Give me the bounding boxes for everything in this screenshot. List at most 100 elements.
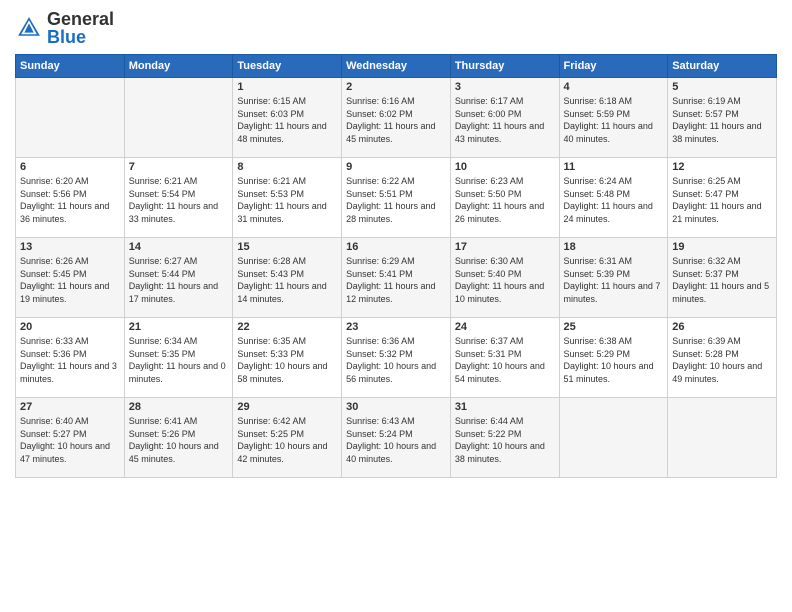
day-number: 25 [564,321,664,333]
logo-general: General [47,9,114,29]
day-info: Sunrise: 6:20 AMSunset: 5:56 PMDaylight:… [20,175,120,225]
calendar-cell: 24 Sunrise: 6:37 AMSunset: 5:31 PMDayligh… [450,318,559,398]
calendar-header: SundayMondayTuesdayWednesdayThursdayFrid… [16,55,777,78]
calendar-cell: 13 Sunrise: 6:26 AMSunset: 5:45 PMDayligh… [16,238,125,318]
day-info: Sunrise: 6:41 AMSunset: 5:26 PMDaylight:… [129,415,229,465]
day-info: Sunrise: 6:42 AMSunset: 5:25 PMDaylight:… [237,415,337,465]
calendar-cell: 29 Sunrise: 6:42 AMSunset: 5:25 PMDayligh… [233,398,342,478]
calendar-cell: 15 Sunrise: 6:28 AMSunset: 5:43 PMDayligh… [233,238,342,318]
day-number: 29 [237,401,337,413]
day-number: 3 [455,81,555,93]
header: General Blue [15,10,777,46]
calendar-cell [668,398,777,478]
day-info: Sunrise: 6:37 AMSunset: 5:31 PMDaylight:… [455,335,555,385]
day-number: 6 [20,161,120,173]
logo-blue: Blue [47,27,86,47]
day-number: 24 [455,321,555,333]
day-info: Sunrise: 6:24 AMSunset: 5:48 PMDaylight:… [564,175,664,225]
day-number: 5 [672,81,772,93]
day-number: 28 [129,401,229,413]
day-info: Sunrise: 6:27 AMSunset: 5:44 PMDaylight:… [129,255,229,305]
day-info: Sunrise: 6:19 AMSunset: 5:57 PMDaylight:… [672,95,772,145]
calendar-cell: 11Sunrise: 6:24 AMSunset: 5:48 PMDayligh… [559,158,668,238]
calendar-cell: 25 Sunrise: 6:38 AMSunset: 5:29 PMDayligh… [559,318,668,398]
day-number: 27 [20,401,120,413]
calendar-cell: 12 Sunrise: 6:25 AMSunset: 5:47 PMDayligh… [668,158,777,238]
day-info: Sunrise: 6:26 AMSunset: 5:45 PMDaylight:… [20,255,120,305]
calendar-cell: 22Sunrise: 6:35 AMSunset: 5:33 PMDayligh… [233,318,342,398]
calendar-cell: 5 Sunrise: 6:19 AMSunset: 5:57 PMDaylight… [668,78,777,158]
weekday-header-row: SundayMondayTuesdayWednesdayThursdayFrid… [16,55,777,78]
day-number: 18 [564,241,664,253]
day-number: 8 [237,161,337,173]
day-info: Sunrise: 6:40 AMSunset: 5:27 PMDaylight:… [20,415,120,465]
weekday-header-sunday: Sunday [16,55,125,78]
week-row-1: 1 Sunrise: 6:15 AMSunset: 6:03 PMDaylight… [16,78,777,158]
week-row-2: 6 Sunrise: 6:20 AMSunset: 5:56 PMDaylight… [16,158,777,238]
calendar-cell: 20Sunrise: 6:33 AMSunset: 5:36 PMDayligh… [16,318,125,398]
generalblue-logo-icon [15,14,43,42]
calendar-cell: 7Sunrise: 6:21 AMSunset: 5:54 PMDaylight… [124,158,233,238]
day-number: 7 [129,161,229,173]
day-info: Sunrise: 6:28 AMSunset: 5:43 PMDaylight:… [237,255,337,305]
calendar-cell: 18 Sunrise: 6:31 AMSunset: 5:39 PMDayligh… [559,238,668,318]
calendar-cell [16,78,125,158]
calendar-cell: 23Sunrise: 6:36 AMSunset: 5:32 PMDayligh… [342,318,451,398]
day-info: Sunrise: 6:31 AMSunset: 5:39 PMDaylight:… [564,255,664,305]
calendar-cell: 31Sunrise: 6:44 AMSunset: 5:22 PMDayligh… [450,398,559,478]
calendar-table: SundayMondayTuesdayWednesdayThursdayFrid… [15,54,777,478]
day-info: Sunrise: 6:38 AMSunset: 5:29 PMDaylight:… [564,335,664,385]
day-number: 4 [564,81,664,93]
day-number: 13 [20,241,120,253]
day-number: 14 [129,241,229,253]
calendar-cell: 30 Sunrise: 6:43 AMSunset: 5:24 PMDayligh… [342,398,451,478]
calendar-cell: 21Sunrise: 6:34 AMSunset: 5:35 PMDayligh… [124,318,233,398]
day-number: 9 [346,161,446,173]
day-number: 22 [237,321,337,333]
day-info: Sunrise: 6:30 AMSunset: 5:40 PMDaylight:… [455,255,555,305]
page: General Blue SundayMondayTuesdayWednesda… [0,0,792,612]
day-number: 26 [672,321,772,333]
calendar-cell: 6 Sunrise: 6:20 AMSunset: 5:56 PMDaylight… [16,158,125,238]
day-number: 30 [346,401,446,413]
day-info: Sunrise: 6:16 AMSunset: 6:02 PMDaylight:… [346,95,446,145]
weekday-header-friday: Friday [559,55,668,78]
calendar-cell: 16Sunrise: 6:29 AMSunset: 5:41 PMDayligh… [342,238,451,318]
calendar-cell [559,398,668,478]
day-number: 2 [346,81,446,93]
calendar-cell: 19 Sunrise: 6:32 AMSunset: 5:37 PMDayligh… [668,238,777,318]
day-number: 23 [346,321,446,333]
day-info: Sunrise: 6:15 AMSunset: 6:03 PMDaylight:… [237,95,337,145]
logo: General Blue [15,10,114,46]
day-number: 15 [237,241,337,253]
day-info: Sunrise: 6:25 AMSunset: 5:47 PMDaylight:… [672,175,772,225]
weekday-header-saturday: Saturday [668,55,777,78]
day-number: 1 [237,81,337,93]
day-info: Sunrise: 6:43 AMSunset: 5:24 PMDaylight:… [346,415,446,465]
calendar-cell: 27 Sunrise: 6:40 AMSunset: 5:27 PMDayligh… [16,398,125,478]
day-number: 21 [129,321,229,333]
calendar-cell: 8 Sunrise: 6:21 AMSunset: 5:53 PMDaylight… [233,158,342,238]
day-number: 12 [672,161,772,173]
weekday-header-thursday: Thursday [450,55,559,78]
calendar-cell: 9 Sunrise: 6:22 AMSunset: 5:51 PMDaylight… [342,158,451,238]
day-info: Sunrise: 6:23 AMSunset: 5:50 PMDaylight:… [455,175,555,225]
calendar-cell: 28 Sunrise: 6:41 AMSunset: 5:26 PMDayligh… [124,398,233,478]
calendar-body: 1 Sunrise: 6:15 AMSunset: 6:03 PMDaylight… [16,78,777,478]
week-row-5: 27 Sunrise: 6:40 AMSunset: 5:27 PMDayligh… [16,398,777,478]
weekday-header-wednesday: Wednesday [342,55,451,78]
day-info: Sunrise: 6:32 AMSunset: 5:37 PMDaylight:… [672,255,772,305]
week-row-3: 13 Sunrise: 6:26 AMSunset: 5:45 PMDayligh… [16,238,777,318]
day-info: Sunrise: 6:21 AMSunset: 5:53 PMDaylight:… [237,175,337,225]
day-info: Sunrise: 6:33 AMSunset: 5:36 PMDaylight:… [20,335,120,385]
day-info: Sunrise: 6:22 AMSunset: 5:51 PMDaylight:… [346,175,446,225]
day-number: 19 [672,241,772,253]
calendar-cell: 10Sunrise: 6:23 AMSunset: 5:50 PMDayligh… [450,158,559,238]
day-number: 31 [455,401,555,413]
calendar-cell: 4 Sunrise: 6:18 AMSunset: 5:59 PMDaylight… [559,78,668,158]
calendar-cell: 17Sunrise: 6:30 AMSunset: 5:40 PMDayligh… [450,238,559,318]
day-number: 16 [346,241,446,253]
day-info: Sunrise: 6:18 AMSunset: 5:59 PMDaylight:… [564,95,664,145]
logo-text: General Blue [47,10,114,46]
calendar-cell: 3Sunrise: 6:17 AMSunset: 6:00 PMDaylight… [450,78,559,158]
